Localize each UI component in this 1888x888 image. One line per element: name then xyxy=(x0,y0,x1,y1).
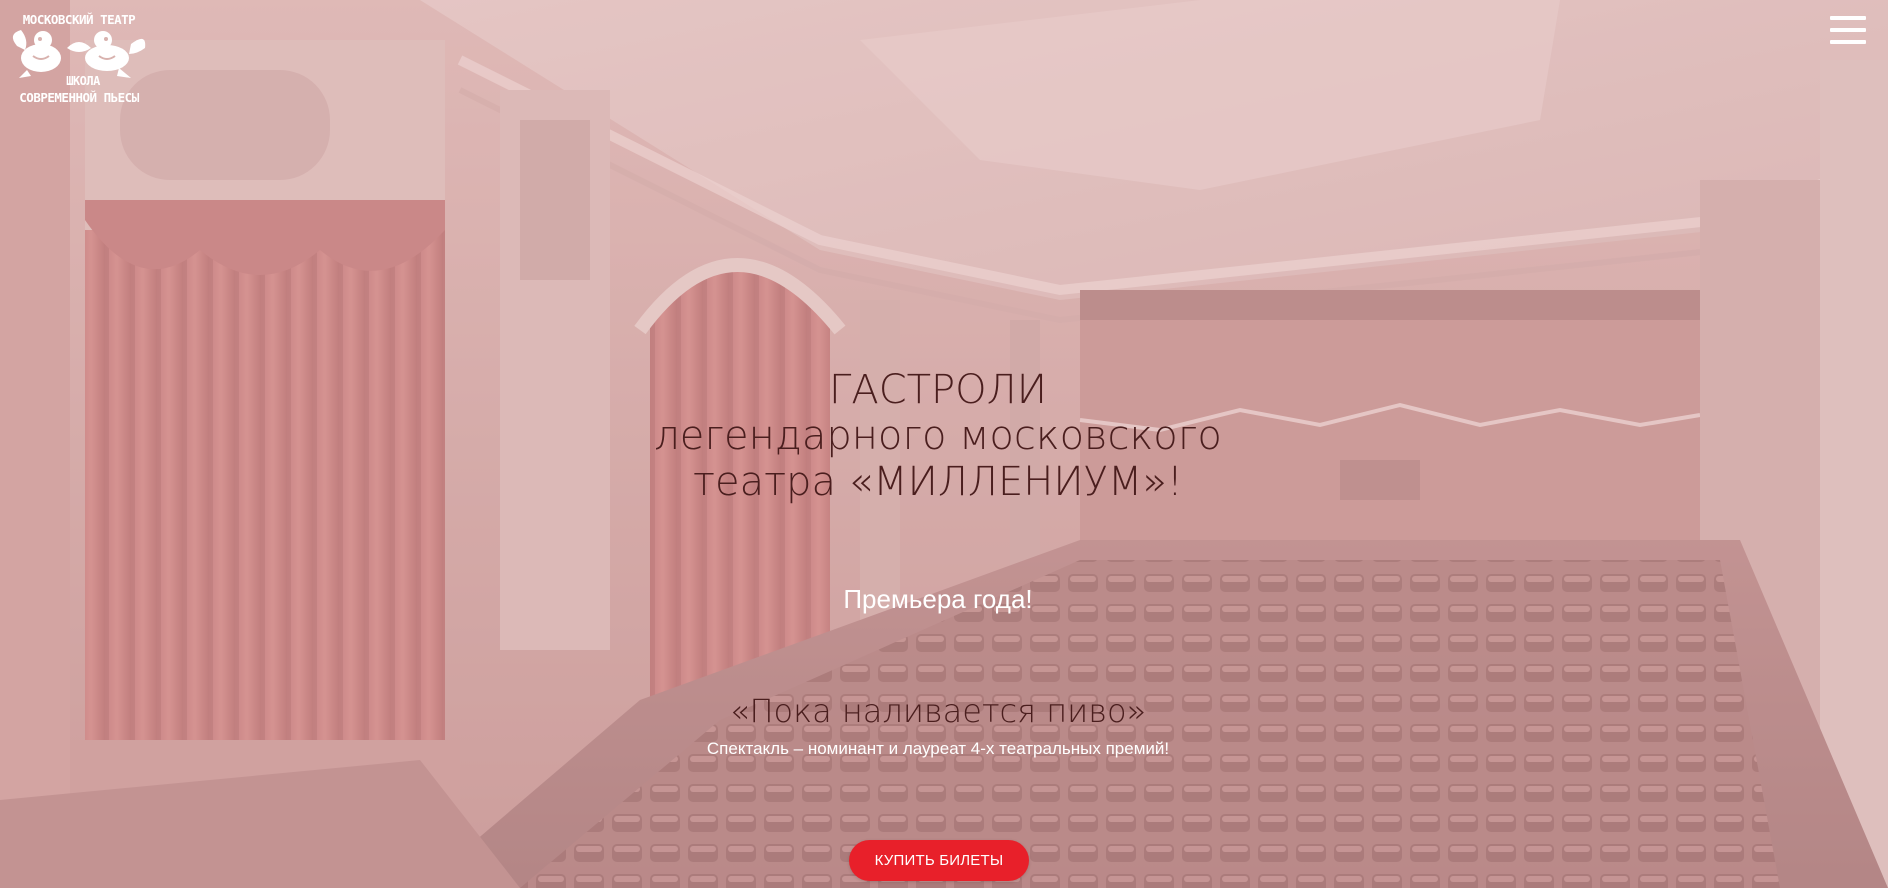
buy-tickets-button[interactable]: КУПИТЬ БИЛЕТЫ xyxy=(849,840,1029,881)
premiere-label: Премьера года! xyxy=(843,584,1033,614)
headline-line2: легендарного московского xyxy=(654,413,1222,459)
headline-line1: ГАСТРОЛИ xyxy=(829,367,1047,413)
logo-text-line2: ШКОЛА xyxy=(66,74,100,88)
menu-bar xyxy=(1830,40,1866,44)
logo-cherubs-icon xyxy=(12,30,146,78)
headline-line3: театра «МИЛЛЕНИУМ»! xyxy=(693,459,1183,505)
play-subtitle: Спектакль – номинант и лауреат 4-х театр… xyxy=(706,739,1170,758)
theatre-logo[interactable]: МОСКОВСКИЙ ТЕАТР ШКОЛА СОВРЕМЕННОЙ ПЬЕСЫ xyxy=(5,12,153,108)
logo-text-line1: МОСКОВСКИЙ ТЕАТР xyxy=(22,12,136,27)
hero-section: МОСКОВСКИЙ ТЕАТР ШКОЛА СОВРЕМЕННОЙ ПЬЕСЫ… xyxy=(0,0,1888,888)
play-title: «Пока наливается пиво» xyxy=(729,692,1147,730)
menu-bar xyxy=(1830,16,1866,20)
menu-bar xyxy=(1830,28,1866,32)
logo-text-line3: СОВРЕМЕННОЙ ПЬЕСЫ xyxy=(19,90,139,105)
hero-headline: ГАСТРОЛИ легендарного московского театра… xyxy=(538,367,1338,505)
hamburger-menu-icon[interactable] xyxy=(1830,16,1866,46)
